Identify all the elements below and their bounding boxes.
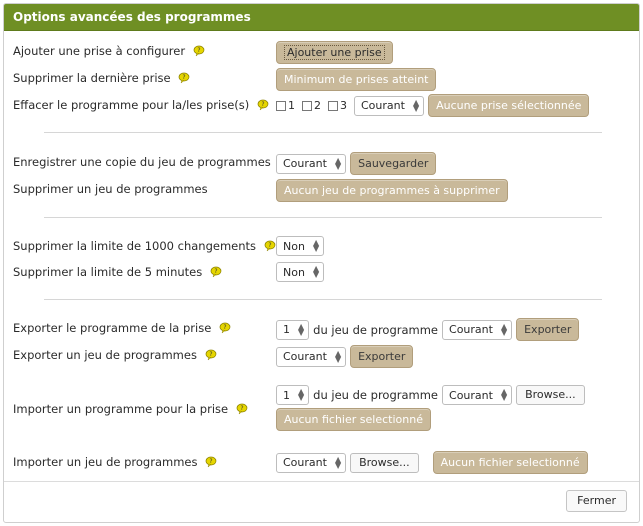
clear-program-set-select[interactable]: Courant ▲ ▼ [354, 95, 425, 116]
export-set-controls: Courant ▲ ▼ Exporter [276, 345, 414, 368]
clear-program-controls: 1 2 3 Courant ▲ ▼ Aucune prise sélectionné… [276, 94, 590, 117]
export-program-button[interactable]: Exporter [516, 318, 580, 341]
export-set-only-select[interactable]: Courant ▲ ▼ [276, 346, 347, 367]
dialog-content: Ajouter une prise à configurer ? Ajouter… [4, 31, 639, 522]
svg-text:?: ? [214, 268, 217, 275]
svg-text:?: ? [210, 458, 213, 465]
import-program-controls-top: 1 ▲ ▼ du jeu de programme Courant ▲ ▼ Browse… [276, 385, 585, 405]
section-divider [44, 217, 602, 218]
import-program-label: Importer un programme pour la prise ? [13, 398, 248, 420]
help-bubble-icon[interactable]: ? [205, 456, 217, 468]
svg-text:?: ? [183, 74, 186, 81]
svg-text:?: ? [261, 101, 264, 108]
export-middle-text: du jeu de programme [313, 322, 439, 337]
help-bubble-icon[interactable]: ? [219, 322, 231, 334]
limit-changes-controls: Non ▲ ▼ [276, 236, 325, 256]
outlet-checkbox-3[interactable]: 3 [328, 99, 347, 112]
import-middle-text: du jeu de programme [313, 388, 439, 402]
svg-text:?: ? [223, 324, 226, 331]
limit-changes-label: Supprimer la limite de 1000 changements … [13, 235, 276, 257]
help-bubble-icon[interactable]: ? [205, 349, 217, 361]
select-arrows-icon: ▲ ▼ [412, 97, 420, 113]
export-set-select[interactable]: Courant ▲ ▼ [442, 319, 513, 340]
section-divider [44, 132, 602, 133]
close-button[interactable]: Fermer [566, 490, 627, 512]
select-arrows-icon: ▲ ▼ [334, 155, 342, 171]
minimum-outlets-button[interactable]: Minimum de prises atteint [276, 68, 437, 91]
help-bubble-icon[interactable]: ? [193, 45, 205, 57]
clear-program-label: Effacer le programme pour la/les prise(s… [13, 94, 269, 116]
select-arrows-icon: ▲ ▼ [500, 321, 508, 337]
export-set-label: Exporter un jeu de programmes ? [13, 344, 217, 366]
dialog-footer: Fermer [4, 481, 639, 522]
import-set-controls: Courant ▲ ▼ Browse... Aucun fichier select… [276, 451, 588, 474]
select-arrows-icon: ▲ ▼ [500, 387, 508, 402]
no-set-to-delete-button[interactable]: Aucun jeu de programmes à supprimer [276, 179, 508, 202]
import-set-select[interactable]: Courant ▲ ▼ [442, 385, 513, 405]
save-button[interactable]: Sauvegarder [350, 152, 437, 175]
dialog-title: Options avancées des programmes [4, 4, 639, 31]
limit-minutes-label: Supprimer la limite de 5 minutes ? [13, 261, 222, 283]
remove-last-controls: Minimum de prises atteint [276, 68, 437, 91]
select-arrows-icon: ▲ ▼ [334, 454, 342, 470]
select-arrows-icon: ▲ ▼ [312, 238, 320, 253]
export-set-button[interactable]: Exporter [350, 345, 414, 368]
export-program-label: Exporter le programme de la prise ? [13, 317, 231, 339]
no-outlet-selected-button[interactable]: Aucune prise sélectionnée [428, 94, 590, 117]
section-divider [44, 299, 602, 300]
svg-text:?: ? [197, 47, 200, 54]
import-program-controls-bottom: Aucun fichier selectionné [276, 408, 431, 431]
svg-text:?: ? [268, 242, 271, 249]
limit-minutes-select[interactable]: Non ▲ ▼ [276, 262, 325, 282]
import-program-file-status[interactable]: Aucun fichier selectionné [276, 408, 431, 431]
select-arrows-icon: ▲ ▼ [298, 387, 305, 402]
save-copy-controls: Courant ▲ ▼ Sauvegarder [276, 152, 437, 175]
help-bubble-icon[interactable]: ? [236, 403, 248, 415]
import-outlet-select[interactable]: 1 ▲ ▼ [276, 385, 310, 405]
export-program-controls: 1 ▲ ▼ du jeu de programme Courant ▲ ▼ Export… [276, 318, 580, 341]
browse-button[interactable]: Browse... [516, 385, 585, 405]
save-copy-set-select[interactable]: Courant ▲ ▼ [276, 153, 347, 174]
add-outlet-button[interactable]: Ajouter une prise [276, 41, 393, 64]
import-set-file-status[interactable]: Aucun fichier selectionné [432, 451, 588, 474]
import-set-label: Importer un jeu de programmes ? [13, 451, 217, 473]
help-bubble-icon[interactable]: ? [210, 266, 222, 278]
limit-changes-select[interactable]: Non ▲ ▼ [276, 236, 325, 256]
select-arrows-icon: ▲ ▼ [298, 321, 305, 337]
advanced-options-dialog: Options avancées des programmes Ajouter … [3, 3, 640, 523]
add-outlet-label: Ajouter une prise à configurer ? [13, 40, 205, 62]
browse-button[interactable]: Browse... [350, 452, 419, 473]
import-set-only-select[interactable]: Courant ▲ ▼ [276, 452, 347, 473]
svg-text:?: ? [240, 405, 243, 412]
outlet-checkbox-2[interactable]: 2 [302, 99, 321, 112]
limit-minutes-controls: Non ▲ ▼ [276, 262, 325, 282]
delete-set-label: Supprimer un jeu de programmes [13, 182, 208, 196]
delete-set-controls: Aucun jeu de programmes à supprimer [276, 179, 508, 202]
help-bubble-icon[interactable]: ? [257, 99, 269, 111]
svg-text:?: ? [209, 351, 212, 358]
help-bubble-icon[interactable]: ? [178, 72, 190, 84]
select-arrows-icon: ▲ ▼ [334, 348, 342, 364]
select-arrows-icon: ▲ ▼ [312, 264, 320, 279]
remove-last-label: Supprimer la dernière prise ? [13, 67, 190, 89]
save-copy-label: Enregistrer une copie du jeu de programm… [13, 155, 271, 169]
add-outlet-controls: Ajouter une prise [276, 41, 393, 64]
outlet-checkbox-1[interactable]: 1 [276, 99, 295, 112]
help-bubble-icon[interactable]: ? [264, 240, 276, 252]
export-outlet-select[interactable]: 1 ▲ ▼ [276, 319, 310, 340]
